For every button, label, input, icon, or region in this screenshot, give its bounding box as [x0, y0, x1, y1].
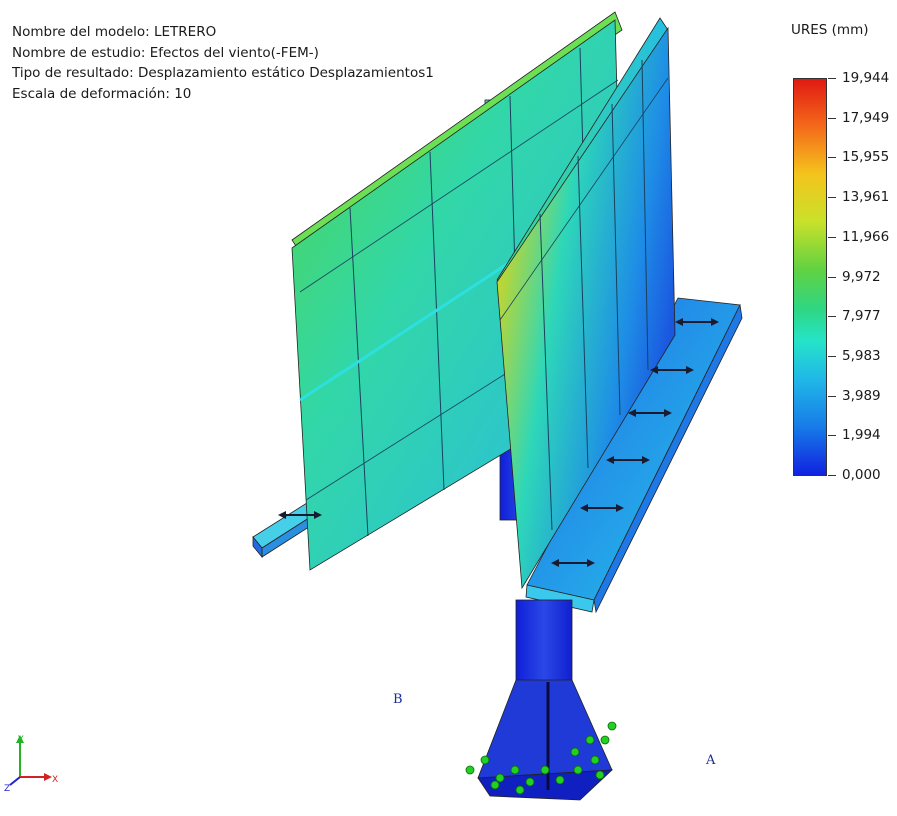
triad-y-label: Y [17, 735, 24, 745]
colorbar-tick-label: 15,955 [842, 149, 890, 165]
triad-x-label: X [52, 775, 58, 785]
colorbar-tick-label: 0,000 [842, 467, 881, 483]
displacement-colorbar [793, 78, 827, 476]
colorbar-tick-label: 5,983 [842, 348, 881, 364]
colorbar-tick [828, 435, 836, 436]
fixture-icon[interactable] [573, 765, 583, 775]
colorbar-tick-label: 11,966 [842, 229, 890, 245]
colorbar-tick-label: 19,944 [842, 70, 890, 86]
colorbar-tick [828, 157, 836, 158]
triad-z-label: Z [4, 784, 10, 793]
coordinate-triad-icon: Y X Z [4, 735, 58, 793]
colorbar-tick [828, 316, 836, 317]
fixture-icon[interactable] [465, 765, 475, 775]
colorbar-tick [828, 356, 836, 357]
colorbar-tick [828, 237, 836, 238]
fixture-icon[interactable] [590, 755, 600, 765]
colorbar-tick-label: 1,994 [842, 427, 881, 443]
fixture-icon[interactable] [510, 765, 520, 775]
point-label-b: B [393, 692, 403, 707]
colorbar-tick [828, 197, 836, 198]
fixture-icon[interactable] [525, 777, 535, 787]
colorbar-tick [828, 396, 836, 397]
fixture-icon[interactable] [600, 735, 610, 745]
colorbar-tick [828, 475, 836, 476]
colorbar-tick [828, 118, 836, 119]
point-label-a: A [706, 753, 716, 768]
fixture-icon[interactable] [515, 785, 525, 795]
fixture-icon[interactable] [585, 735, 595, 745]
fixture-icon[interactable] [490, 780, 500, 790]
colorbar-tick-label: 3,989 [842, 388, 881, 404]
fixture-icon[interactable] [607, 721, 617, 731]
colorbar-tick-label: 17,949 [842, 110, 890, 126]
fixture-icon[interactable] [540, 765, 550, 775]
fixture-icon[interactable] [595, 770, 605, 780]
fixture-icon[interactable] [570, 747, 580, 757]
fixture-icon[interactable] [555, 775, 565, 785]
legend-title: URES (mm) [791, 22, 869, 38]
fixture-icon[interactable] [480, 755, 490, 765]
colorbar-tick-label: 7,977 [842, 308, 881, 324]
colorbar-tick [828, 277, 836, 278]
model-viewport[interactable] [0, 0, 897, 816]
colorbar-tick [828, 78, 836, 79]
colorbar-tick-label: 9,972 [842, 269, 881, 285]
fixture-icon[interactable] [495, 773, 505, 783]
colorbar-tick-label: 13,961 [842, 189, 890, 205]
